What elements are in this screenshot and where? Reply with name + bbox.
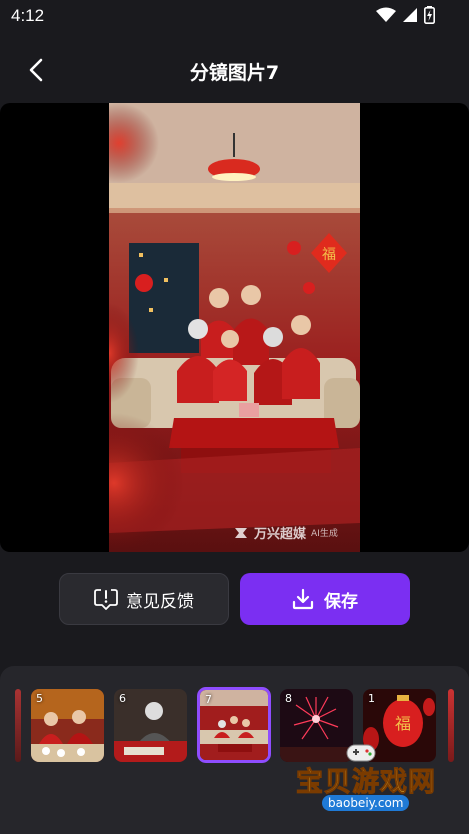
svg-text:福: 福 [395, 714, 411, 733]
watermark-brand: 万兴超媒 [254, 527, 307, 542]
thumbnail-5[interactable]: 5 [31, 689, 104, 762]
download-icon [292, 588, 314, 610]
site-name: 宝贝游戏网 [296, 767, 436, 799]
preview-area: 福 万兴超媒 AI生成 [0, 103, 469, 552]
brand-logo-icon [235, 527, 247, 538]
save-button[interactable]: 保存 [240, 573, 410, 625]
thumbnail-7-selected[interactable]: 7 [197, 687, 271, 763]
site-url: baobeiy.com [322, 795, 410, 811]
status-bar: 4:12 [0, 0, 469, 34]
feedback-icon [94, 589, 118, 610]
save-label: 保存 [324, 591, 358, 612]
top-nav: 分镜图片7 [0, 40, 469, 98]
status-time: 4:12 [11, 6, 45, 25]
storyboard-image: 福 万兴超媒 AI生成 [109, 103, 360, 552]
status-icons [376, 6, 435, 24]
page-title: 分镜图片7 [189, 62, 280, 84]
thumbnail-partial-right[interactable] [448, 689, 454, 762]
feedback-label: 意见反馈 [126, 591, 194, 612]
site-watermark: 宝贝游戏网 baobeiy.com [288, 742, 448, 822]
thumbnail-number: 5 [36, 692, 43, 705]
watermark-tag: AI生成 [311, 529, 338, 539]
signal-icon [403, 8, 417, 22]
battery-icon [424, 6, 435, 24]
thumbnail-number: 7 [205, 693, 212, 706]
ai-watermark: 万兴超媒 AI生成 [233, 523, 338, 542]
thumbnail-number: 8 [285, 692, 292, 705]
svg-text:福: 福 [322, 247, 336, 263]
thumbnail-partial-left[interactable] [15, 689, 21, 762]
thumbnail-6[interactable]: 6 [114, 689, 187, 762]
thumbnail-number: 6 [119, 692, 126, 705]
wifi-icon [376, 7, 396, 22]
thumbnail-number: 1 [368, 692, 375, 705]
feedback-button[interactable]: 意见反馈 [59, 573, 229, 625]
